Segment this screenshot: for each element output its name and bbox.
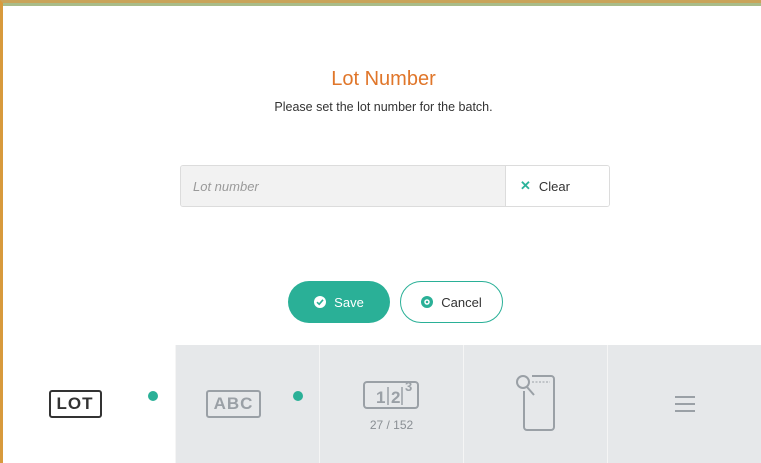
save-button-label: Save [334,294,364,310]
numbering-icon: 1 2 3 [362,379,419,409]
clear-button[interactable]: ✕ Clear [505,166,609,206]
tab-lot[interactable]: LOT [3,345,176,463]
bottom-tab-bar: LOT ABC 1 2 3 27 / 152 [3,345,761,463]
svg-text:1: 1 [376,388,385,407]
tab-abc[interactable]: ABC [176,345,320,463]
svg-text:2: 2 [391,388,400,407]
numbering-counter: 27 / 152 [369,418,414,432]
save-button[interactable]: Save [288,281,390,323]
search-document-icon [515,375,555,431]
abc-status-dot [293,391,303,401]
tab-numbering[interactable]: 1 2 3 27 / 152 [320,345,464,463]
tab-search-document[interactable] [464,345,608,463]
menu-icon [674,396,695,412]
lot-number-input[interactable] [181,166,505,206]
dialog-title: Lot Number [331,68,436,90]
svg-text:3: 3 [405,379,412,394]
dialog-subtitle: Please set the lot number for the batch. [274,100,493,114]
cancel-button[interactable]: Cancel [400,281,503,323]
clear-x-icon: ✕ [520,178,531,193]
lot-number-field-group: ✕ Clear [180,165,610,207]
lot-icon: LOT [48,390,102,418]
cancel-circle-icon [421,296,434,308]
lot-status-dot [148,391,158,401]
tab-menu[interactable] [608,345,761,463]
check-circle-icon [314,296,327,308]
cancel-button-label: Cancel [441,294,482,310]
clear-button-label: Clear [538,178,570,194]
abc-icon: ABC [205,390,262,418]
